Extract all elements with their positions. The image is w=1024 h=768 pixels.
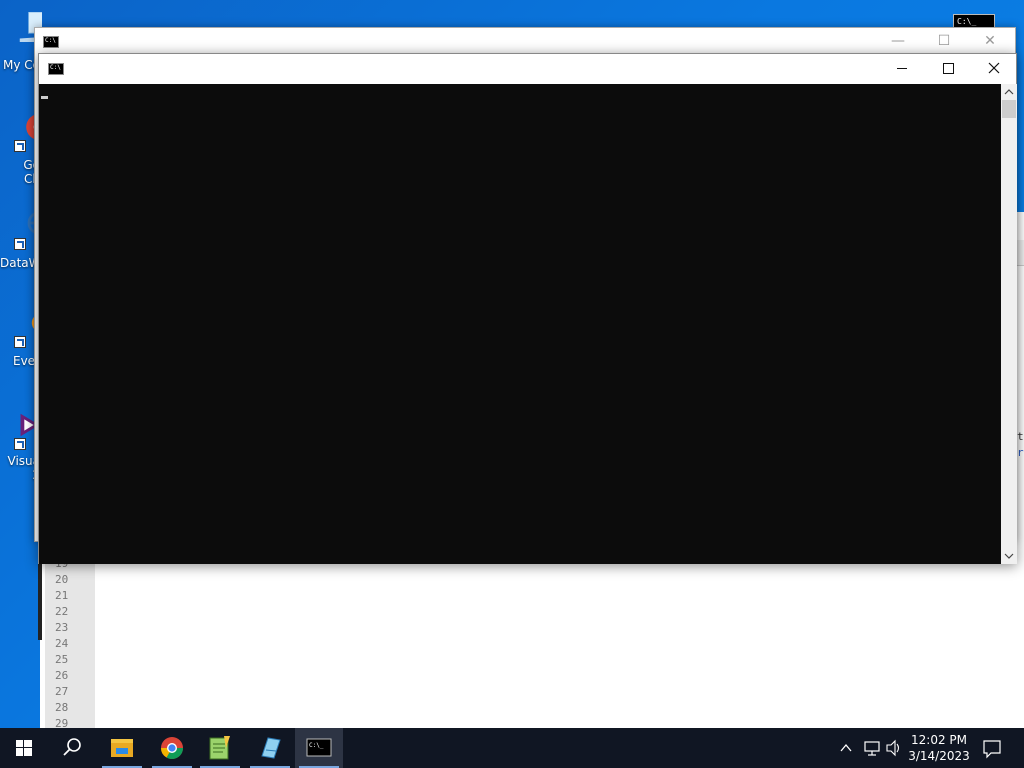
minimize-icon [897, 68, 907, 69]
svg-text:C:\_: C:\_ [309, 742, 324, 749]
scroll-down-arrow-icon[interactable] [1001, 548, 1017, 564]
network-button[interactable] [860, 728, 884, 768]
cmd-window-front[interactable] [38, 53, 1017, 564]
line-number: 24 [55, 637, 69, 650]
close-button[interactable]: ✕ [967, 28, 1013, 55]
scroll-up-arrow-icon[interactable] [1001, 84, 1017, 100]
code-editor-window [40, 540, 1024, 730]
line-number: 20 [55, 573, 69, 586]
scrollbar-thumb[interactable] [1002, 100, 1016, 118]
vertical-scrollbar[interactable] [1001, 84, 1017, 564]
chrome-icon [161, 737, 183, 759]
shortcut-arrow-icon [14, 336, 26, 348]
line-number: 27 [55, 685, 69, 698]
cmd-icon [48, 63, 64, 75]
line-number: 22 [55, 605, 69, 618]
minimize-button[interactable]: — [875, 28, 921, 55]
start-button[interactable] [0, 728, 48, 768]
editor-right-edge [1016, 212, 1024, 542]
taskbar-notepad-plus[interactable] [196, 728, 244, 768]
maximize-icon [943, 63, 954, 74]
taskbar-editor[interactable] [246, 728, 294, 768]
maximize-button[interactable]: ☐ [921, 28, 967, 55]
taskbar-command-prompt[interactable]: C:\_ [295, 728, 343, 768]
shortcut-arrow-icon [14, 238, 26, 250]
search-icon [63, 738, 81, 756]
editor-edge-char: r [1017, 446, 1024, 459]
windows-logo-icon [16, 740, 32, 756]
taskbar-chrome[interactable] [148, 728, 196, 768]
shortcut-arrow-icon [14, 438, 26, 450]
taskbar-file-explorer[interactable] [98, 728, 146, 768]
text-cursor [41, 96, 48, 99]
taskbar: C:\_ 12:02 PM 3/14/2023 [0, 728, 1024, 768]
cmd-icon: C:\_ [306, 738, 332, 757]
close-icon [988, 62, 1000, 74]
line-number: 21 [55, 589, 69, 602]
notification-icon [983, 740, 1001, 759]
editor-edge-char: t [1017, 430, 1024, 443]
title-bar[interactable]: — ☐ ✕ [35, 28, 1015, 55]
line-number: 25 [55, 653, 69, 666]
line-number: 23 [55, 621, 69, 634]
close-button[interactable] [971, 54, 1017, 84]
console-output[interactable] [39, 84, 1001, 564]
action-center-button[interactable] [980, 728, 1004, 768]
notepad-plus-icon [209, 736, 230, 760]
line-number: 26 [55, 669, 69, 682]
cmd-thumbnail-label: C:\_ [957, 17, 977, 26]
chevron-up-icon [840, 743, 852, 752]
folder-icon [111, 739, 133, 757]
maximize-button[interactable] [925, 54, 971, 84]
title-bar[interactable] [39, 54, 1016, 84]
search-button[interactable] [48, 728, 96, 768]
network-icon [864, 741, 880, 756]
clock[interactable]: 12:02 PM 3/14/2023 [900, 732, 978, 764]
shortcut-arrow-icon [14, 140, 26, 152]
tray-overflow-button[interactable] [836, 728, 856, 768]
notepad-icon [261, 737, 281, 759]
line-number: 28 [55, 701, 69, 714]
clock-time: 12:02 PM [911, 733, 967, 747]
clock-date: 3/14/2023 [908, 749, 970, 763]
editor-edge-bar [1017, 240, 1024, 266]
cmd-icon [43, 36, 59, 48]
minimize-button[interactable] [879, 54, 925, 84]
